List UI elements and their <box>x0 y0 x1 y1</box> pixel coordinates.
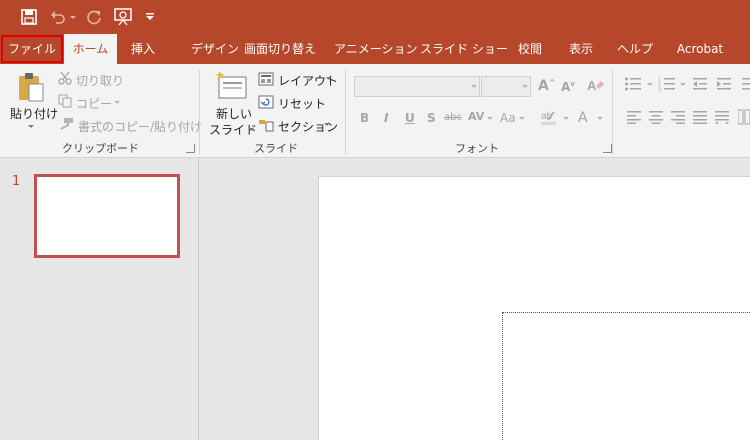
font-dialog-launcher-icon[interactable] <box>603 144 612 153</box>
decrease-indent-icon[interactable] <box>692 76 708 95</box>
format-painter-icon <box>58 117 74 134</box>
svg-text:3: 3 <box>658 87 661 92</box>
highlight-color-dropdown-icon[interactable] <box>563 117 569 120</box>
svg-text:A: A <box>587 78 597 93</box>
tab-home[interactable]: ホーム <box>64 34 117 64</box>
reset-button[interactable]: リセット <box>278 95 326 112</box>
new-slide-icon[interactable] <box>214 70 248 103</box>
cut-button[interactable]: 切り取り <box>76 72 124 89</box>
tab-file[interactable]: ファイル <box>1 35 63 63</box>
font-name-combobox[interactable] <box>354 76 480 97</box>
font-color-button[interactable]: A <box>578 110 588 126</box>
columns-icon[interactable] <box>737 109 750 128</box>
tab-view[interactable]: 表示 <box>562 34 600 64</box>
bullets-dropdown-icon[interactable] <box>647 83 653 86</box>
title-bar <box>0 0 750 34</box>
group-separator <box>199 70 200 154</box>
copy-icon <box>58 94 72 111</box>
align-center-icon[interactable] <box>648 110 664 127</box>
numbering-dropdown-icon[interactable] <box>680 83 686 86</box>
font-group-label: フォント <box>455 142 499 155</box>
clipboard-group-label: クリップボード <box>62 142 139 155</box>
save-icon[interactable] <box>18 7 40 27</box>
paste-button-label[interactable]: 貼り付け <box>10 105 58 122</box>
slide-number: 1 <box>12 174 21 189</box>
bold-button[interactable]: B <box>360 111 369 125</box>
paste-dropdown-icon[interactable] <box>28 125 34 128</box>
ribbon-home: 貼り付け 切り取り コピー 書式のコピー/貼り付け クリップボード 新しい スラ… <box>0 64 750 158</box>
new-slide-label-line1[interactable]: 新しい <box>216 105 252 122</box>
line-spacing-icon[interactable] <box>740 76 750 95</box>
bullets-icon[interactable] <box>624 76 642 95</box>
tab-animations[interactable]: アニメーション <box>334 34 418 64</box>
character-spacing-dropdown-icon[interactable] <box>487 117 493 120</box>
group-separator <box>345 70 346 154</box>
cut-icon <box>58 71 72 88</box>
justify-icon[interactable] <box>692 110 708 127</box>
change-case-button[interactable]: Aa <box>500 111 516 125</box>
change-case-dropdown-icon[interactable] <box>519 117 525 120</box>
font-color-dropdown-icon[interactable] <box>597 117 603 120</box>
text-shadow-button[interactable]: S <box>427 111 436 125</box>
align-left-icon[interactable] <box>626 110 642 127</box>
ribbon-tabs: ファイル ホーム 挿入 デザイン 画面切り替え アニメーション スライド ショー… <box>0 34 750 64</box>
section-button[interactable]: セクション <box>278 118 338 135</box>
tab-help[interactable]: ヘルプ <box>614 34 656 64</box>
layout-dropdown-icon[interactable] <box>326 77 332 80</box>
tab-slide-show[interactable]: スライド ショー <box>420 34 508 64</box>
redo-icon[interactable] <box>84 7 104 27</box>
group-separator <box>612 70 613 154</box>
undo-icon[interactable] <box>48 7 68 27</box>
increase-font-size-icon[interactable]: A^ <box>538 78 556 94</box>
align-right-icon[interactable] <box>670 110 686 127</box>
increase-indent-icon[interactable] <box>716 76 732 95</box>
slides-group-label: スライド <box>254 142 298 155</box>
decrease-font-size-icon[interactable]: Av <box>561 80 575 94</box>
tab-review[interactable]: 校閲 <box>512 34 548 64</box>
tab-insert[interactable]: 挿入 <box>122 34 164 64</box>
highlight-color-icon[interactable]: ab <box>540 108 558 129</box>
undo-dropdown-icon[interactable] <box>69 7 77 27</box>
copy-button[interactable]: コピー <box>76 95 112 112</box>
clipboard-dialog-launcher-icon[interactable] <box>186 144 195 153</box>
clear-formatting-icon[interactable]: A <box>587 77 605 96</box>
new-slide-dropdown-icon[interactable] <box>248 128 254 131</box>
font-size-dropdown-icon[interactable] <box>522 85 528 88</box>
tab-acrobat[interactable]: Acrobat <box>672 34 728 64</box>
reset-icon <box>258 95 274 112</box>
present-from-start-icon[interactable] <box>112 7 134 27</box>
distributed-icon[interactable] <box>714 110 730 127</box>
format-painter-button[interactable]: 書式のコピー/貼り付け <box>78 118 202 135</box>
paste-icon[interactable] <box>17 72 45 105</box>
tab-transitions[interactable]: 画面切り替え <box>240 34 320 64</box>
content-placeholder[interactable] <box>502 312 750 440</box>
font-name-dropdown-icon[interactable] <box>471 85 477 88</box>
section-dropdown-icon[interactable] <box>324 123 330 126</box>
character-spacing-button[interactable]: AV <box>468 110 484 123</box>
section-icon <box>258 118 274 135</box>
numbering-icon[interactable]: 123 <box>658 76 676 95</box>
font-size-combobox[interactable] <box>481 76 531 97</box>
layout-icon <box>258 72 274 89</box>
underline-button[interactable]: U <box>405 111 415 125</box>
italic-button[interactable]: I <box>384 111 388 125</box>
customize-qat-icon[interactable] <box>144 7 156 27</box>
copy-dropdown-icon[interactable] <box>114 101 120 104</box>
layout-button[interactable]: レイアウト <box>278 72 338 89</box>
strikethrough-button[interactable]: abc <box>444 112 462 123</box>
slide-thumbnail[interactable] <box>34 174 180 258</box>
